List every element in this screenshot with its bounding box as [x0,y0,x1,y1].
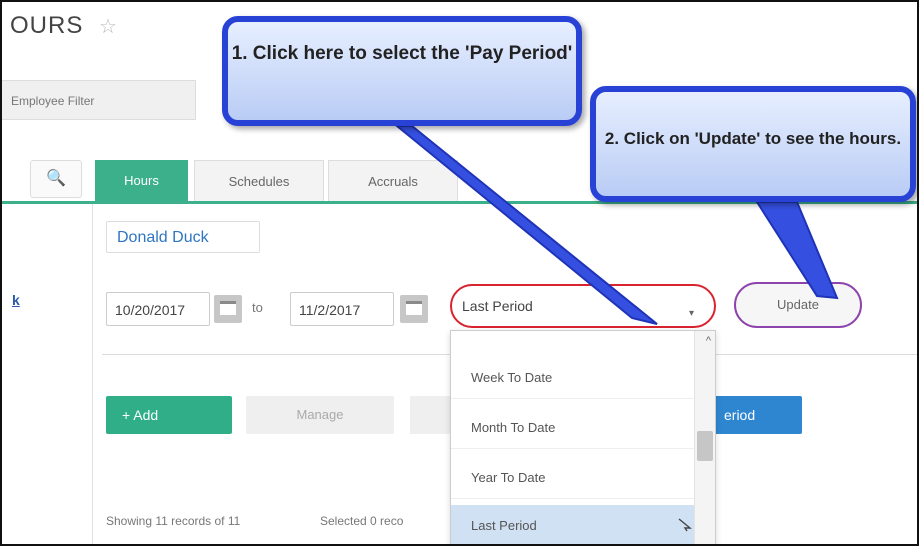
callout-step-1: 1. Click here to select the 'Pay Period' [222,16,582,126]
callout-step-2: 2. Click on 'Update' to see the hours. [590,86,916,202]
app-window: OURS ☆ Employee Filter 🔍 Hours Schedules… [0,0,919,546]
